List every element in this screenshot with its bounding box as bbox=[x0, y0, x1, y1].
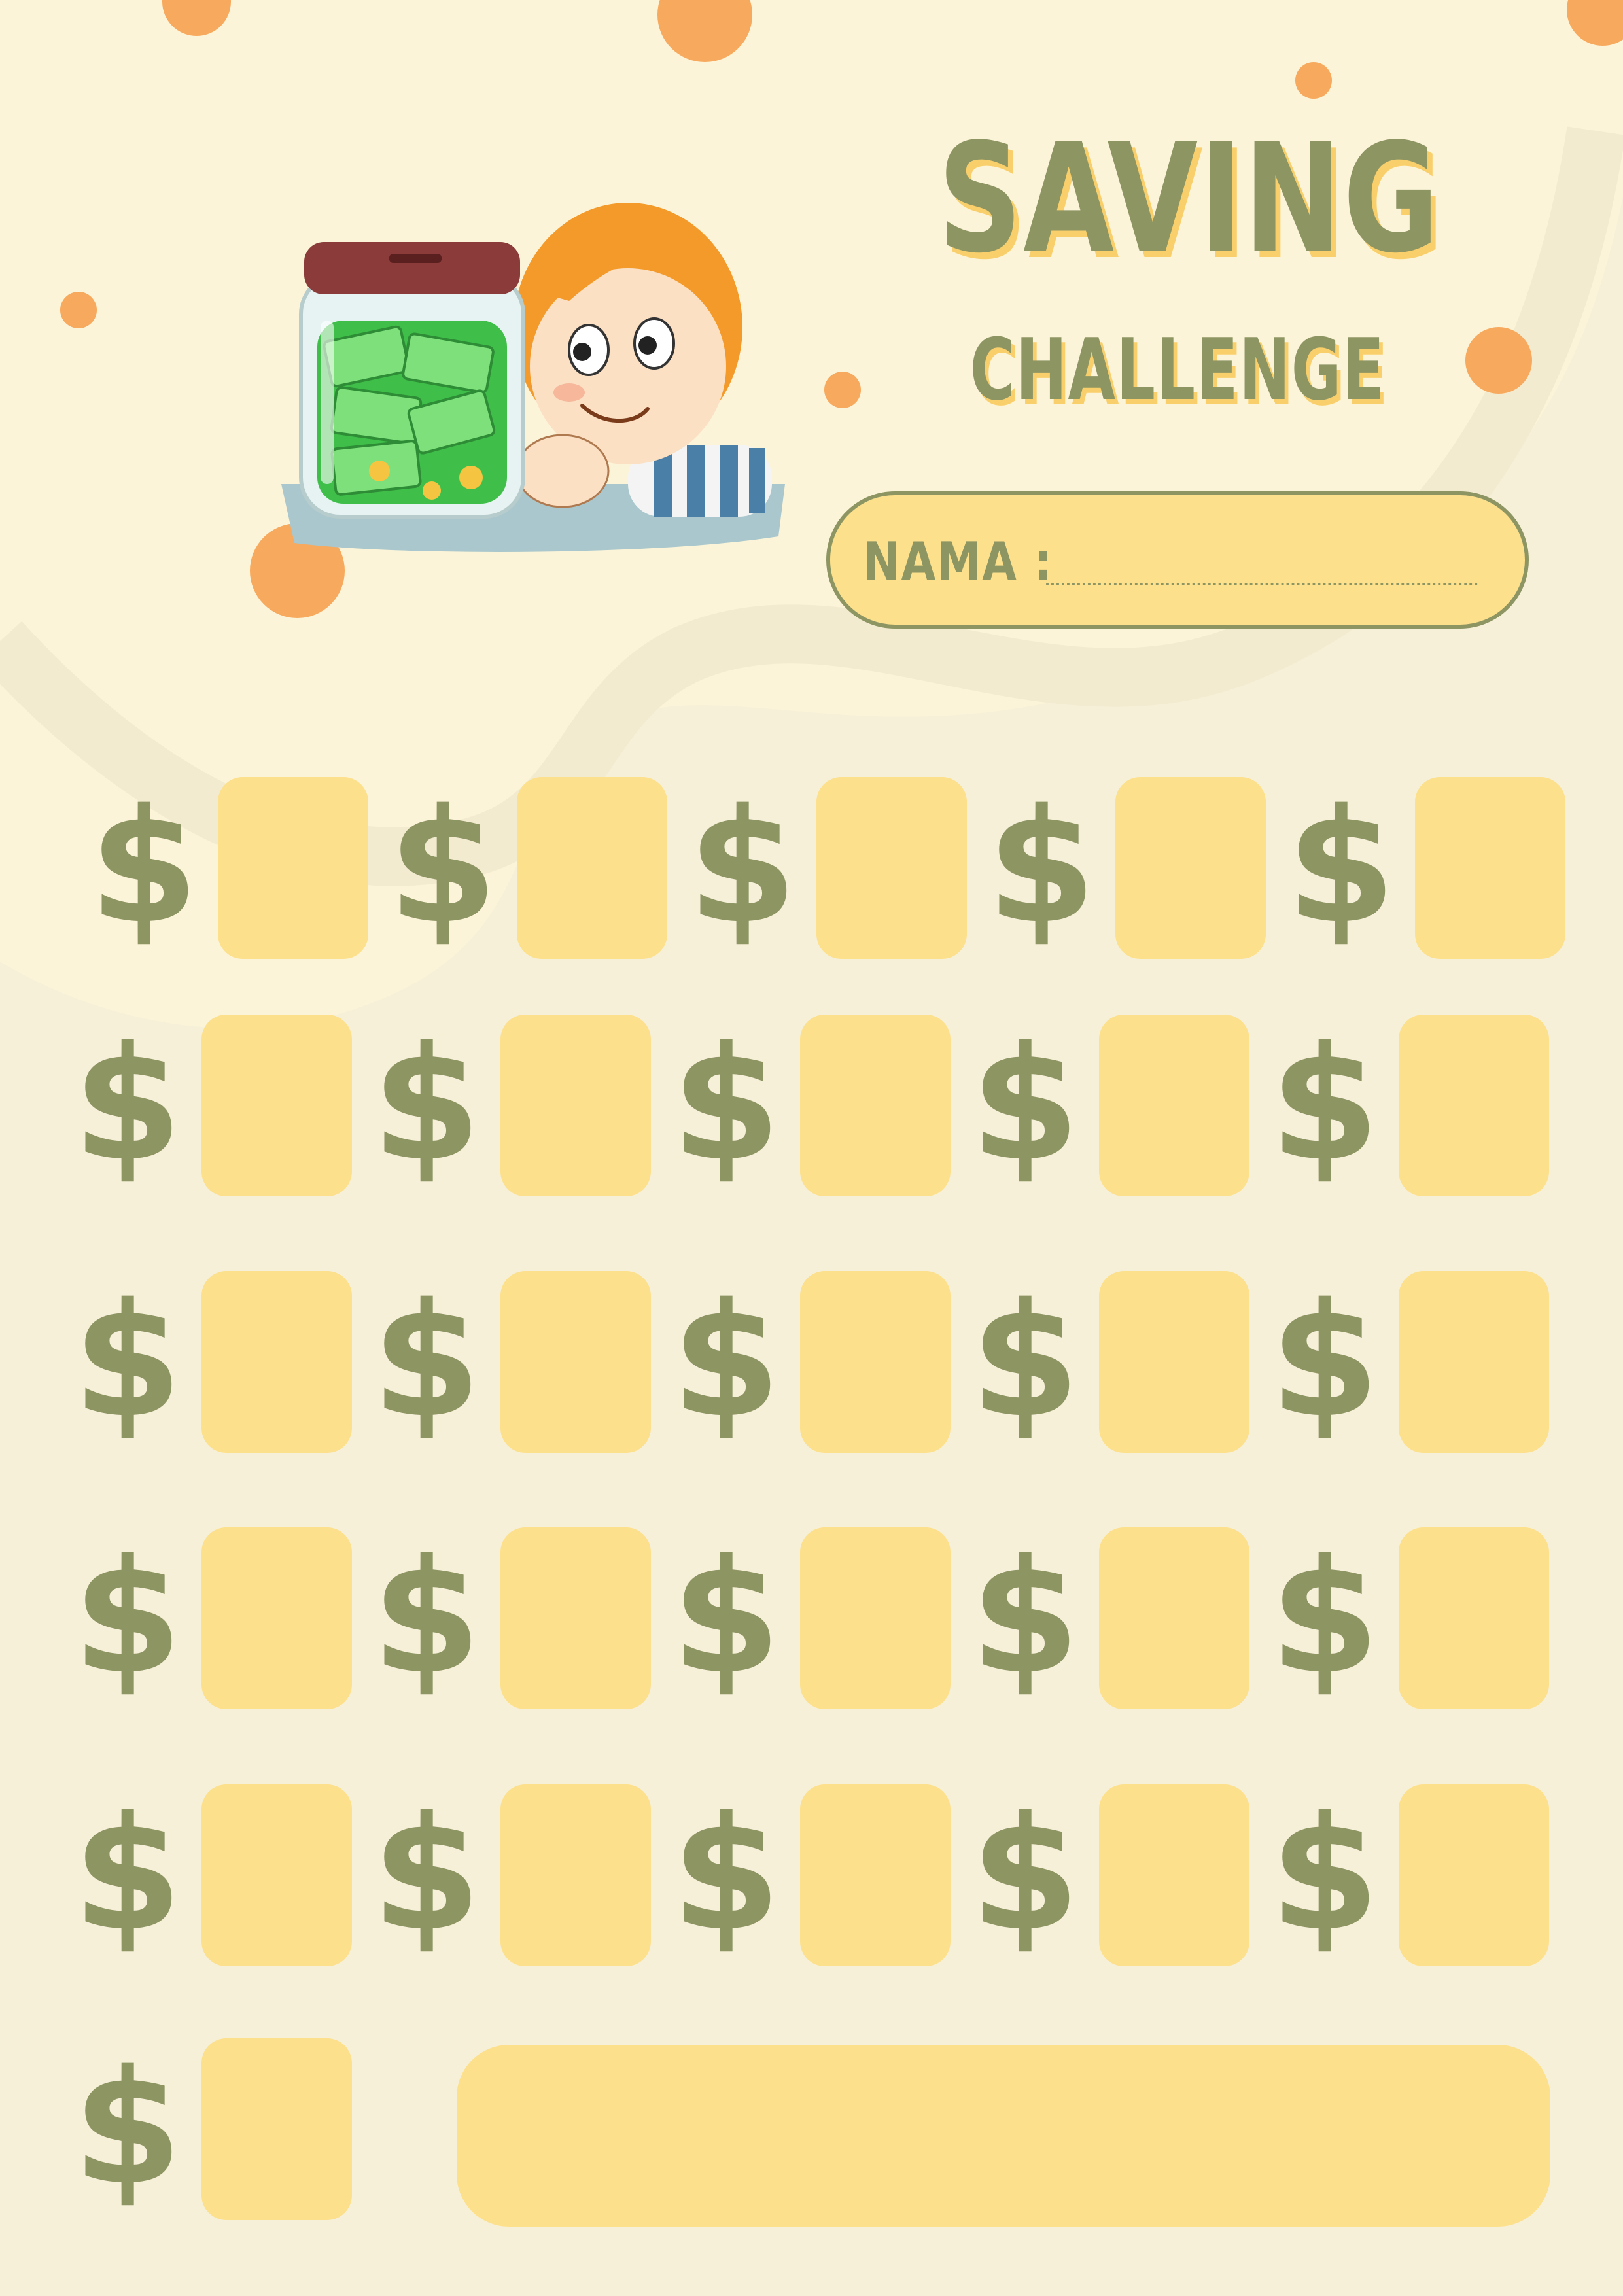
savings-box[interactable] bbox=[1399, 1527, 1549, 1709]
savings-box[interactable] bbox=[201, 1527, 352, 1709]
savings-box[interactable] bbox=[500, 1784, 651, 1966]
savings-box[interactable] bbox=[201, 2038, 352, 2220]
savings-box[interactable] bbox=[800, 1527, 951, 1709]
name-input-line[interactable] bbox=[1046, 583, 1478, 585]
dollar-icon: $ bbox=[986, 775, 1096, 958]
savings-box[interactable] bbox=[800, 1015, 951, 1196]
savings-box[interactable] bbox=[1099, 1015, 1249, 1196]
savings-box[interactable] bbox=[1399, 1784, 1549, 1966]
decor-dot bbox=[1295, 62, 1332, 99]
dollar-icon: $ bbox=[1270, 1269, 1380, 1452]
decor-dot bbox=[824, 372, 861, 408]
dollar-icon: $ bbox=[970, 1783, 1080, 1966]
savings-box[interactable] bbox=[1099, 1271, 1249, 1453]
name-label: NAMA : bbox=[863, 531, 1053, 592]
dollar-icon: $ bbox=[671, 1013, 781, 1196]
savings-box[interactable] bbox=[201, 1271, 352, 1453]
dollar-icon: $ bbox=[671, 1269, 781, 1452]
boy-with-money-jar-icon bbox=[281, 203, 785, 552]
page-subtitle: CHALLENGE bbox=[969, 320, 1386, 419]
dollar-icon: $ bbox=[688, 775, 797, 958]
decor-dot bbox=[60, 292, 97, 328]
decor-dot bbox=[1465, 327, 1532, 394]
dollar-icon: $ bbox=[372, 1269, 481, 1452]
dollar-icon: $ bbox=[1270, 1783, 1380, 1966]
dollar-icon: $ bbox=[372, 1013, 481, 1196]
savings-box[interactable] bbox=[201, 1784, 352, 1966]
dollar-icon: $ bbox=[73, 1013, 183, 1196]
dollar-icon: $ bbox=[970, 1525, 1080, 1709]
savings-box[interactable] bbox=[500, 1271, 651, 1453]
dollar-icon: $ bbox=[388, 775, 498, 958]
dollar-icon: $ bbox=[73, 1269, 183, 1452]
savings-box[interactable] bbox=[201, 1015, 352, 1196]
savings-box[interactable] bbox=[816, 777, 967, 959]
dollar-icon: $ bbox=[1270, 1525, 1380, 1709]
dollar-icon: $ bbox=[372, 1525, 481, 1709]
dollar-icon: $ bbox=[671, 1783, 781, 1966]
dollar-icon: $ bbox=[73, 1525, 183, 1709]
savings-box[interactable] bbox=[1099, 1784, 1249, 1966]
savings-box[interactable] bbox=[500, 1527, 651, 1709]
savings-box[interactable] bbox=[1099, 1527, 1249, 1709]
savings-box[interactable] bbox=[500, 1015, 651, 1196]
savings-box[interactable] bbox=[1415, 777, 1565, 959]
dollar-icon: $ bbox=[73, 1783, 183, 1966]
dollar-icon: $ bbox=[671, 1525, 781, 1709]
savings-box[interactable] bbox=[1115, 777, 1266, 959]
total-box[interactable] bbox=[457, 2045, 1550, 2227]
savings-box[interactable] bbox=[800, 1784, 951, 1966]
dollar-icon: $ bbox=[1270, 1013, 1380, 1196]
savings-box[interactable] bbox=[218, 777, 368, 959]
savings-box[interactable] bbox=[1399, 1271, 1549, 1453]
dollar-icon: $ bbox=[970, 1269, 1080, 1452]
dollar-icon: $ bbox=[89, 775, 199, 958]
dollar-icon: $ bbox=[970, 1013, 1080, 1196]
dollar-icon: $ bbox=[73, 2036, 183, 2219]
dollar-icon: $ bbox=[1286, 775, 1396, 958]
savings-box[interactable] bbox=[1399, 1015, 1549, 1196]
dollar-icon: $ bbox=[372, 1783, 481, 1966]
savings-box[interactable] bbox=[800, 1271, 951, 1453]
page-title: SAVING bbox=[937, 112, 1440, 287]
name-field[interactable]: NAMA : bbox=[826, 491, 1529, 629]
savings-box[interactable] bbox=[517, 777, 667, 959]
